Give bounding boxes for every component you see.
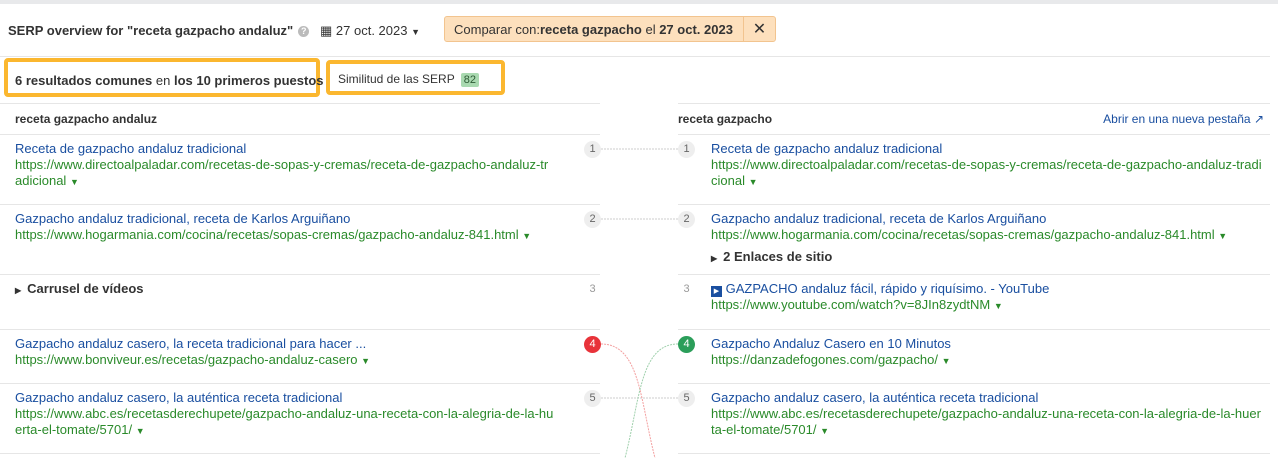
left-result-5: Gazpacho andaluz casero, la auténtica re…	[15, 390, 555, 439]
result-title[interactable]: Receta de gazpacho andaluz tradicional	[15, 141, 555, 157]
position-badge: 4	[678, 336, 695, 353]
result-url[interactable]: https://www.abc.es/recetasderechupete/ga…	[15, 406, 553, 437]
result-url[interactable]: https://www.hogarmania.com/cocina/receta…	[15, 227, 519, 242]
result-title: GAZPACHO andaluz fácil, rápido y riquísi…	[725, 281, 1050, 296]
result-title[interactable]: Gazpacho andaluz casero, la auténtica re…	[711, 390, 1263, 406]
connector-4-left	[600, 343, 656, 458]
position-badge: 5	[584, 390, 601, 407]
position-badge: 3	[683, 283, 690, 295]
right-result-3: ▶ GAZPACHO andaluz fácil, rápido y riquí…	[711, 281, 1271, 314]
caret-right-icon: ▶	[15, 286, 22, 295]
position-badge: 5	[678, 390, 695, 407]
result-url[interactable]: https://www.abc.es/recetasderechupete/ga…	[711, 406, 1261, 437]
right-result-2: Gazpacho andaluz tradicional, receta de …	[711, 211, 1271, 244]
caret-right-icon: ▶	[711, 254, 718, 263]
chevron-down-icon[interactable]: ▼	[994, 301, 1003, 311]
connector-4-right	[624, 343, 679, 458]
position-badge: 2	[678, 211, 695, 228]
right-result-1: Receta de gazpacho andaluz tradicional ht…	[711, 141, 1263, 190]
result-title[interactable]: Gazpacho andaluz tradicional, receta de …	[711, 211, 1271, 227]
chevron-down-icon[interactable]: ▼	[749, 177, 758, 187]
right-result-5: Gazpacho andaluz casero, la auténtica re…	[711, 390, 1263, 439]
sitelinks-toggle[interactable]: ▶ 2 Enlaces de sitio	[711, 249, 832, 267]
chevron-down-icon[interactable]: ▼	[1218, 231, 1227, 241]
right-result-4: Gazpacho Andaluz Casero en 10 Minutos htt…	[711, 336, 1271, 369]
result-title[interactable]: Gazpacho andaluz casero, la auténtica re…	[15, 390, 555, 406]
result-title[interactable]: Gazpacho andaluz tradicional, receta de …	[15, 211, 595, 227]
video-carousel-toggle[interactable]: ▶ Carrusel de vídeos	[15, 281, 143, 299]
result-url[interactable]: https://danzadefogones.com/gazpacho/	[711, 352, 938, 367]
chevron-down-icon[interactable]: ▼	[820, 426, 829, 436]
result-title[interactable]: Gazpacho Andaluz Casero en 10 Minutos	[711, 336, 1271, 352]
position-badge: 4	[584, 336, 601, 353]
left-result-4: Gazpacho andaluz casero, la receta tradi…	[15, 336, 595, 369]
chevron-down-icon[interactable]: ▼	[522, 231, 531, 241]
left-result-2: Gazpacho andaluz tradicional, receta de …	[15, 211, 595, 244]
result-title-row[interactable]: ▶ GAZPACHO andaluz fácil, rápido y riquí…	[711, 281, 1271, 297]
result-title[interactable]: Receta de gazpacho andaluz tradicional	[711, 141, 1263, 157]
result-url[interactable]: https://www.directoalpaladar.com/recetas…	[15, 157, 548, 188]
sitelinks-label: 2 Enlaces de sitio	[723, 249, 833, 264]
position-badge: 1	[678, 141, 695, 158]
chevron-down-icon[interactable]: ▼	[361, 356, 370, 366]
result-url[interactable]: https://www.hogarmania.com/cocina/receta…	[711, 227, 1215, 242]
result-title[interactable]: Gazpacho andaluz casero, la receta tradi…	[15, 336, 595, 352]
result-url[interactable]: https://www.bonviveur.es/recetas/gazpach…	[15, 352, 358, 367]
chevron-down-icon[interactable]: ▼	[70, 177, 79, 187]
chevron-down-icon[interactable]: ▼	[136, 426, 145, 436]
result-url[interactable]: https://www.youtube.com/watch?v=8JIn8zyd…	[711, 297, 990, 312]
chevron-down-icon[interactable]: ▼	[942, 356, 951, 366]
position-badge: 3	[589, 283, 596, 295]
left-result-1: Receta de gazpacho andaluz tradicional ht…	[15, 141, 555, 190]
result-title: Carrusel de vídeos	[27, 281, 144, 296]
video-icon: ▶	[711, 286, 722, 297]
position-badge: 1	[584, 141, 601, 158]
result-url[interactable]: https://www.directoalpaladar.com/recetas…	[711, 157, 1262, 188]
position-badge: 2	[584, 211, 601, 228]
